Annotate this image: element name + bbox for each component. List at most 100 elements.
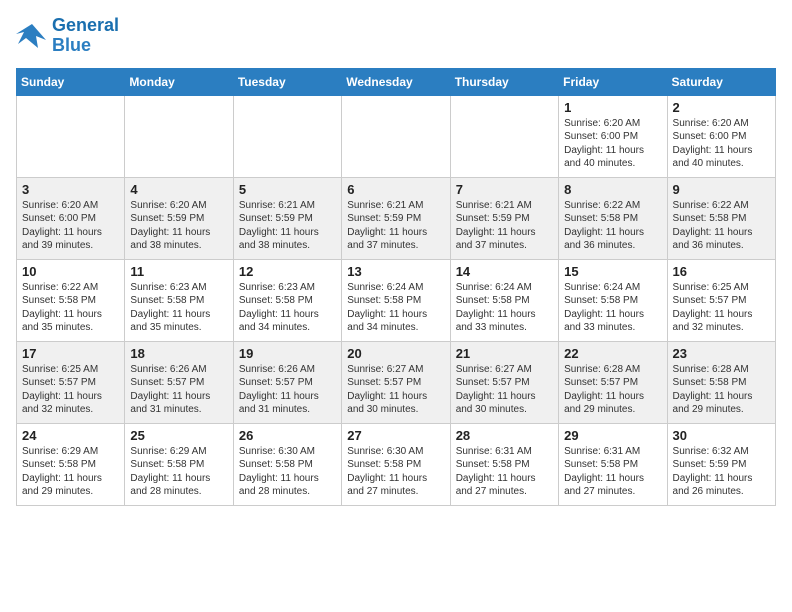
- day-number: 28: [456, 428, 553, 443]
- week-row-1: 1 Sunrise: 6:20 AM Sunset: 6:00 PM Daylig…: [17, 95, 776, 177]
- week-row-5: 24 Sunrise: 6:29 AM Sunset: 5:58 PM Dayli…: [17, 423, 776, 505]
- calendar-cell: 12 Sunrise: 6:23 AM Sunset: 5:58 PM Dayli…: [233, 259, 341, 341]
- cell-info: Sunrise: 6:21 AM Sunset: 5:59 PM Dayligh…: [347, 199, 444, 253]
- cell-info: Sunrise: 6:20 AM Sunset: 5:59 PM Dayligh…: [130, 199, 227, 253]
- day-number: 29: [564, 428, 661, 443]
- day-number: 17: [22, 346, 119, 361]
- calendar-cell: [450, 95, 558, 177]
- day-number: 27: [347, 428, 444, 443]
- day-number: 15: [564, 264, 661, 279]
- cell-info: Sunrise: 6:30 AM Sunset: 5:58 PM Dayligh…: [347, 445, 444, 499]
- calendar-cell: 4 Sunrise: 6:20 AM Sunset: 5:59 PM Daylig…: [125, 177, 233, 259]
- calendar-cell: 22 Sunrise: 6:28 AM Sunset: 5:57 PM Dayli…: [559, 341, 667, 423]
- cell-info: Sunrise: 6:22 AM Sunset: 5:58 PM Dayligh…: [673, 199, 770, 253]
- day-number: 24: [22, 428, 119, 443]
- day-number: 2: [673, 100, 770, 115]
- cell-info: Sunrise: 6:31 AM Sunset: 5:58 PM Dayligh…: [564, 445, 661, 499]
- cell-info: Sunrise: 6:21 AM Sunset: 5:59 PM Dayligh…: [239, 199, 336, 253]
- calendar-cell: 2 Sunrise: 6:20 AM Sunset: 6:00 PM Daylig…: [667, 95, 775, 177]
- calendar-cell: 19Sunrise: 6:26 AM Sunset: 5:57 PM Dayli…: [233, 341, 341, 423]
- calendar-table: SundayMondayTuesdayWednesdayThursdayFrid…: [16, 68, 776, 506]
- calendar-cell: 24 Sunrise: 6:29 AM Sunset: 5:58 PM Dayli…: [17, 423, 125, 505]
- week-row-4: 17 Sunrise: 6:25 AM Sunset: 5:57 PM Dayli…: [17, 341, 776, 423]
- cell-info: Sunrise: 6:29 AM Sunset: 5:58 PM Dayligh…: [130, 445, 227, 499]
- cell-info: Sunrise: 6:26 AM Sunset: 5:57 PM Dayligh…: [130, 363, 227, 417]
- col-header-wednesday: Wednesday: [342, 68, 450, 95]
- cell-info: Sunrise: 6:31 AM Sunset: 5:58 PM Dayligh…: [456, 445, 553, 499]
- col-header-sunday: Sunday: [17, 68, 125, 95]
- cell-info: Sunrise: 6:24 AM Sunset: 5:58 PM Dayligh…: [347, 281, 444, 335]
- calendar-cell: 18Sunrise: 6:26 AM Sunset: 5:57 PM Dayli…: [125, 341, 233, 423]
- cell-info: Sunrise: 6:32 AM Sunset: 5:59 PM Dayligh…: [673, 445, 770, 499]
- cell-info: Sunrise: 6:20 AM Sunset: 6:00 PM Dayligh…: [673, 117, 770, 171]
- cell-info: Sunrise: 6:23 AM Sunset: 5:58 PM Dayligh…: [130, 281, 227, 335]
- col-header-saturday: Saturday: [667, 68, 775, 95]
- cell-info: Sunrise: 6:27 AM Sunset: 5:57 PM Dayligh…: [347, 363, 444, 417]
- cell-info: Sunrise: 6:27 AM Sunset: 5:57 PM Dayligh…: [456, 363, 553, 417]
- calendar-cell: [342, 95, 450, 177]
- calendar-cell: 15Sunrise: 6:24 AM Sunset: 5:58 PM Dayli…: [559, 259, 667, 341]
- week-row-2: 3 Sunrise: 6:20 AM Sunset: 6:00 PM Daylig…: [17, 177, 776, 259]
- calendar-cell: 11 Sunrise: 6:23 AM Sunset: 5:58 PM Dayli…: [125, 259, 233, 341]
- calendar-cell: 25 Sunrise: 6:29 AM Sunset: 5:58 PM Dayli…: [125, 423, 233, 505]
- day-number: 30: [673, 428, 770, 443]
- calendar-cell: 21 Sunrise: 6:27 AM Sunset: 5:57 PM Dayli…: [450, 341, 558, 423]
- day-number: 23: [673, 346, 770, 361]
- day-number: 5: [239, 182, 336, 197]
- calendar-cell: 6Sunrise: 6:21 AM Sunset: 5:59 PM Daylig…: [342, 177, 450, 259]
- col-header-friday: Friday: [559, 68, 667, 95]
- calendar-cell: 9 Sunrise: 6:22 AM Sunset: 5:58 PM Daylig…: [667, 177, 775, 259]
- day-number: 9: [673, 182, 770, 197]
- calendar-cell: [233, 95, 341, 177]
- cell-info: Sunrise: 6:25 AM Sunset: 5:57 PM Dayligh…: [673, 281, 770, 335]
- calendar-cell: 5 Sunrise: 6:21 AM Sunset: 5:59 PM Daylig…: [233, 177, 341, 259]
- calendar-cell: 13 Sunrise: 6:24 AM Sunset: 5:58 PM Dayli…: [342, 259, 450, 341]
- day-number: 10: [22, 264, 119, 279]
- cell-info: Sunrise: 6:30 AM Sunset: 5:58 PM Dayligh…: [239, 445, 336, 499]
- logo-icon: [16, 22, 48, 50]
- day-number: 12: [239, 264, 336, 279]
- calendar-cell: 8 Sunrise: 6:22 AM Sunset: 5:58 PM Daylig…: [559, 177, 667, 259]
- day-number: 4: [130, 182, 227, 197]
- day-number: 8: [564, 182, 661, 197]
- calendar-cell: 17 Sunrise: 6:25 AM Sunset: 5:57 PM Dayli…: [17, 341, 125, 423]
- cell-info: Sunrise: 6:23 AM Sunset: 5:58 PM Dayligh…: [239, 281, 336, 335]
- calendar-cell: 1 Sunrise: 6:20 AM Sunset: 6:00 PM Daylig…: [559, 95, 667, 177]
- cell-info: Sunrise: 6:26 AM Sunset: 5:57 PM Dayligh…: [239, 363, 336, 417]
- calendar-cell: 7Sunrise: 6:21 AM Sunset: 5:59 PM Daylig…: [450, 177, 558, 259]
- calendar-cell: [17, 95, 125, 177]
- calendar-cell: 10 Sunrise: 6:22 AM Sunset: 5:58 PM Dayli…: [17, 259, 125, 341]
- day-number: 14: [456, 264, 553, 279]
- cell-info: Sunrise: 6:21 AM Sunset: 5:59 PM Dayligh…: [456, 199, 553, 253]
- calendar-cell: 26 Sunrise: 6:30 AM Sunset: 5:58 PM Dayli…: [233, 423, 341, 505]
- cell-info: Sunrise: 6:20 AM Sunset: 6:00 PM Dayligh…: [22, 199, 119, 253]
- calendar-cell: 16Sunrise: 6:25 AM Sunset: 5:57 PM Dayli…: [667, 259, 775, 341]
- calendar-cell: [125, 95, 233, 177]
- col-header-tuesday: Tuesday: [233, 68, 341, 95]
- cell-info: Sunrise: 6:25 AM Sunset: 5:57 PM Dayligh…: [22, 363, 119, 417]
- day-number: 3: [22, 182, 119, 197]
- calendar-cell: 29 Sunrise: 6:31 AM Sunset: 5:58 PM Dayli…: [559, 423, 667, 505]
- day-number: 13: [347, 264, 444, 279]
- calendar-cell: 30 Sunrise: 6:32 AM Sunset: 5:59 PM Dayli…: [667, 423, 775, 505]
- day-number: 11: [130, 264, 227, 279]
- cell-info: Sunrise: 6:22 AM Sunset: 5:58 PM Dayligh…: [564, 199, 661, 253]
- cell-info: Sunrise: 6:28 AM Sunset: 5:57 PM Dayligh…: [564, 363, 661, 417]
- day-number: 25: [130, 428, 227, 443]
- col-header-thursday: Thursday: [450, 68, 558, 95]
- cell-info: Sunrise: 6:29 AM Sunset: 5:58 PM Dayligh…: [22, 445, 119, 499]
- logo: General Blue: [16, 16, 119, 56]
- day-number: 21: [456, 346, 553, 361]
- cell-info: Sunrise: 6:20 AM Sunset: 6:00 PM Dayligh…: [564, 117, 661, 171]
- day-number: 22: [564, 346, 661, 361]
- cell-info: Sunrise: 6:22 AM Sunset: 5:58 PM Dayligh…: [22, 281, 119, 335]
- calendar-cell: 3 Sunrise: 6:20 AM Sunset: 6:00 PM Daylig…: [17, 177, 125, 259]
- calendar-cell: 27 Sunrise: 6:30 AM Sunset: 5:58 PM Dayli…: [342, 423, 450, 505]
- page-header: General Blue: [16, 16, 776, 56]
- calendar-cell: 14Sunrise: 6:24 AM Sunset: 5:58 PM Dayli…: [450, 259, 558, 341]
- cell-info: Sunrise: 6:28 AM Sunset: 5:58 PM Dayligh…: [673, 363, 770, 417]
- day-number: 1: [564, 100, 661, 115]
- logo-text: General Blue: [52, 16, 119, 56]
- day-number: 26: [239, 428, 336, 443]
- week-row-3: 10 Sunrise: 6:22 AM Sunset: 5:58 PM Dayli…: [17, 259, 776, 341]
